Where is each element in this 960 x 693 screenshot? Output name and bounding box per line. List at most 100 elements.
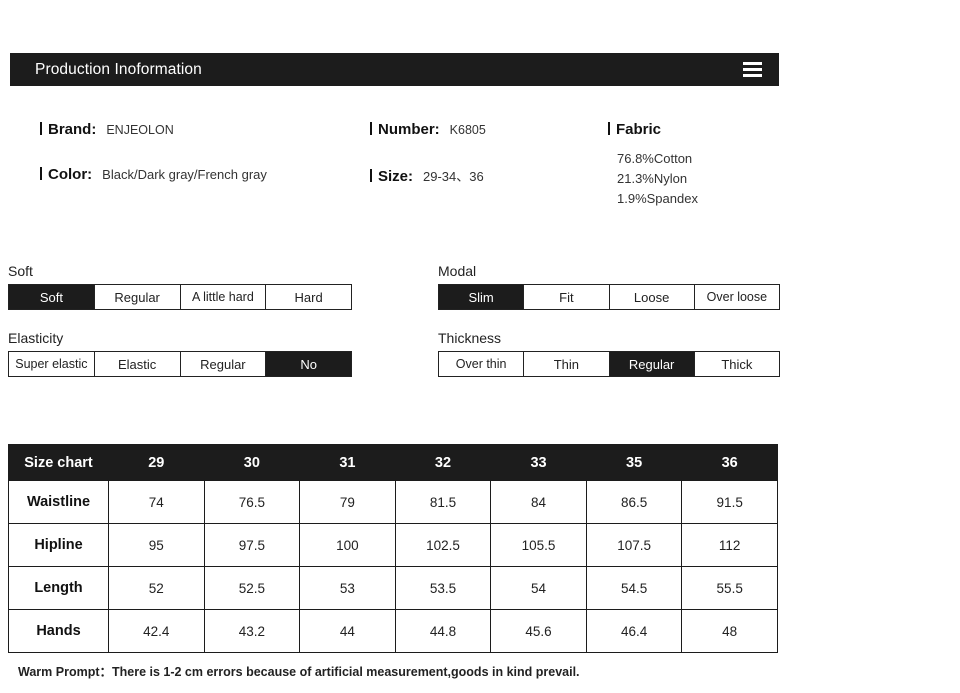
option-row-thickness: Over thin Thin Regular Thick bbox=[438, 351, 780, 377]
size-chart-cell: 42.4 bbox=[108, 609, 205, 653]
option-row-elasticity: Super elastic Elastic Regular No bbox=[8, 351, 352, 377]
fabric-line: 1.9%Spandex bbox=[617, 191, 698, 206]
option-elasticity-super-elastic[interactable]: Super elastic bbox=[9, 352, 95, 376]
attribute-options-area: Soft Soft Regular A little hard Hard Ela… bbox=[0, 262, 790, 392]
option-soft-a-little-hard[interactable]: A little hard bbox=[180, 285, 267, 309]
bar-marker-icon bbox=[370, 122, 372, 135]
size-chart-cell: 45.6 bbox=[490, 609, 587, 653]
option-elasticity-no[interactable]: No bbox=[266, 352, 351, 376]
size-chart-cell: 76.5 bbox=[203, 480, 301, 524]
option-group-thickness: Thickness Over thin Thin Regular Thick bbox=[438, 329, 780, 377]
option-modal-slim[interactable]: Slim bbox=[439, 285, 525, 309]
size-chart-cell: 86.5 bbox=[585, 480, 683, 524]
info-row-size: Size: 29-34、36 bbox=[370, 166, 600, 185]
size-chart-column-header: 35 bbox=[585, 444, 683, 481]
hamburger-bar-3 bbox=[743, 74, 762, 77]
option-soft-soft[interactable]: Soft bbox=[9, 285, 95, 309]
size-chart-cell: 97.5 bbox=[203, 523, 301, 567]
option-group-thickness-label: Thickness bbox=[438, 330, 502, 346]
color-value: Black/Dark gray/French gray bbox=[102, 167, 267, 182]
size-chart-corner-label: Size chart bbox=[8, 444, 109, 481]
hamburger-bar-1 bbox=[743, 62, 762, 65]
color-label: Color: bbox=[40, 166, 92, 183]
size-chart-row-label: Hands bbox=[8, 609, 109, 653]
table-row: Length 52 52.5 53 53.5 54 54.5 55.5 bbox=[8, 566, 778, 610]
size-chart-body: Waistline 74 76.5 79 81.5 84 86.5 91.5 H… bbox=[8, 480, 778, 653]
hamburger-bar-2 bbox=[743, 68, 762, 71]
size-chart-table: Size chart 29 30 31 32 33 35 36 Waistlin… bbox=[8, 444, 778, 653]
option-modal-loose[interactable]: Loose bbox=[609, 285, 695, 309]
info-row-number: Number: K6805 bbox=[370, 121, 600, 138]
bar-marker-icon bbox=[40, 122, 42, 135]
size-chart-cell: 53.5 bbox=[394, 566, 492, 610]
option-thickness-regular[interactable]: Regular bbox=[609, 352, 695, 376]
color-key-text: Color: bbox=[48, 166, 93, 183]
size-chart-cell: 91.5 bbox=[681, 480, 778, 524]
size-chart-cell: 43.2 bbox=[203, 609, 301, 653]
page-header-bar: Production Inoformation bbox=[10, 53, 779, 86]
size-chart-cell: 81.5 bbox=[394, 480, 492, 524]
option-group-modal: Modal Slim Fit Loose Over loose bbox=[438, 262, 780, 310]
size-chart-column-header: 30 bbox=[203, 444, 301, 481]
size-chart-cell: 55.5 bbox=[681, 566, 778, 610]
option-thickness-over-thin[interactable]: Over thin bbox=[439, 352, 525, 376]
option-soft-hard[interactable]: Hard bbox=[266, 285, 351, 309]
bar-marker-icon bbox=[370, 169, 372, 182]
fabric-line: 76.8%Cotton bbox=[617, 151, 693, 166]
size-chart-column-header: 32 bbox=[394, 444, 492, 481]
option-elasticity-elastic[interactable]: Elastic bbox=[94, 352, 181, 376]
option-row-soft: Soft Regular A little hard Hard bbox=[8, 284, 352, 310]
bar-marker-icon bbox=[40, 167, 42, 180]
option-group-soft-label: Soft bbox=[8, 263, 33, 279]
info-row-color: Color: Black/Dark gray/French gray bbox=[40, 166, 370, 183]
size-chart-column-header: 31 bbox=[299, 444, 396, 481]
hamburger-icon[interactable] bbox=[743, 62, 762, 77]
size-chart-cell: 74 bbox=[108, 480, 205, 524]
brand-label: Brand: bbox=[40, 121, 96, 138]
size-chart-cell: 105.5 bbox=[490, 523, 587, 567]
warm-prompt-text: Warm Prompt：There is 1-2 cm errors becau… bbox=[18, 665, 580, 679]
size-key-text: Size: bbox=[378, 168, 414, 185]
option-modal-over-loose[interactable]: Over loose bbox=[694, 285, 779, 309]
info-column-right: Fabric 76.8%Cotton 21.3%Nylon 1.9%Spande… bbox=[608, 112, 788, 209]
size-chart-cell: 46.4 bbox=[585, 609, 683, 653]
size-chart-cell: 52 bbox=[108, 566, 205, 610]
size-label: Size: bbox=[370, 168, 413, 185]
size-chart-column-header: 33 bbox=[490, 444, 587, 481]
fabric-key-text: Fabric bbox=[616, 121, 662, 138]
size-chart-cell: 48 bbox=[681, 609, 778, 653]
size-chart-cell: 95 bbox=[108, 523, 205, 567]
table-row: Hipline 95 97.5 100 102.5 105.5 107.5 11… bbox=[8, 523, 778, 567]
size-value: 29-34、36 bbox=[423, 169, 484, 184]
fabric-composition-list: 76.8%Cotton 21.3%Nylon 1.9%Spandex bbox=[617, 149, 788, 209]
size-chart-cell: 107.5 bbox=[585, 523, 683, 567]
size-chart-cell: 44 bbox=[299, 609, 396, 653]
bar-marker-icon bbox=[608, 122, 610, 135]
size-chart-cell: 53 bbox=[299, 566, 396, 610]
info-row-fabric: Fabric bbox=[608, 121, 788, 138]
product-info-block: Brand: ENJEOLON Color: Black/Dark gray/F… bbox=[0, 112, 790, 232]
size-chart-cell: 54 bbox=[490, 566, 587, 610]
option-soft-regular[interactable]: Regular bbox=[94, 285, 181, 309]
option-group-elasticity-label: Elasticity bbox=[8, 330, 64, 346]
page-title: Production Inoformation bbox=[35, 60, 202, 78]
option-elasticity-regular[interactable]: Regular bbox=[180, 352, 267, 376]
brand-key-text: Brand: bbox=[48, 121, 97, 138]
option-modal-fit[interactable]: Fit bbox=[524, 285, 610, 309]
number-key-text: Number: bbox=[378, 121, 440, 138]
size-chart-row-label: Hipline bbox=[8, 523, 109, 567]
size-chart-cell: 79 bbox=[299, 480, 396, 524]
size-chart-row-label: Waistline bbox=[8, 480, 109, 524]
info-column-left: Brand: ENJEOLON Color: Black/Dark gray/F… bbox=[40, 112, 370, 183]
number-value: K6805 bbox=[449, 123, 486, 137]
size-chart-cell: 54.5 bbox=[585, 566, 683, 610]
size-chart-column-header: 36 bbox=[681, 444, 778, 481]
option-row-modal: Slim Fit Loose Over loose bbox=[438, 284, 780, 310]
size-chart-head: Size chart 29 30 31 32 33 35 36 bbox=[8, 444, 778, 481]
option-group-soft: Soft Soft Regular A little hard Hard bbox=[8, 262, 352, 310]
size-chart-row-label: Length bbox=[8, 566, 109, 610]
size-chart-cell: 84 bbox=[490, 480, 587, 524]
option-group-elasticity: Elasticity Super elastic Elastic Regular… bbox=[8, 329, 352, 377]
option-thickness-thick[interactable]: Thick bbox=[694, 352, 779, 376]
option-thickness-thin[interactable]: Thin bbox=[524, 352, 610, 376]
